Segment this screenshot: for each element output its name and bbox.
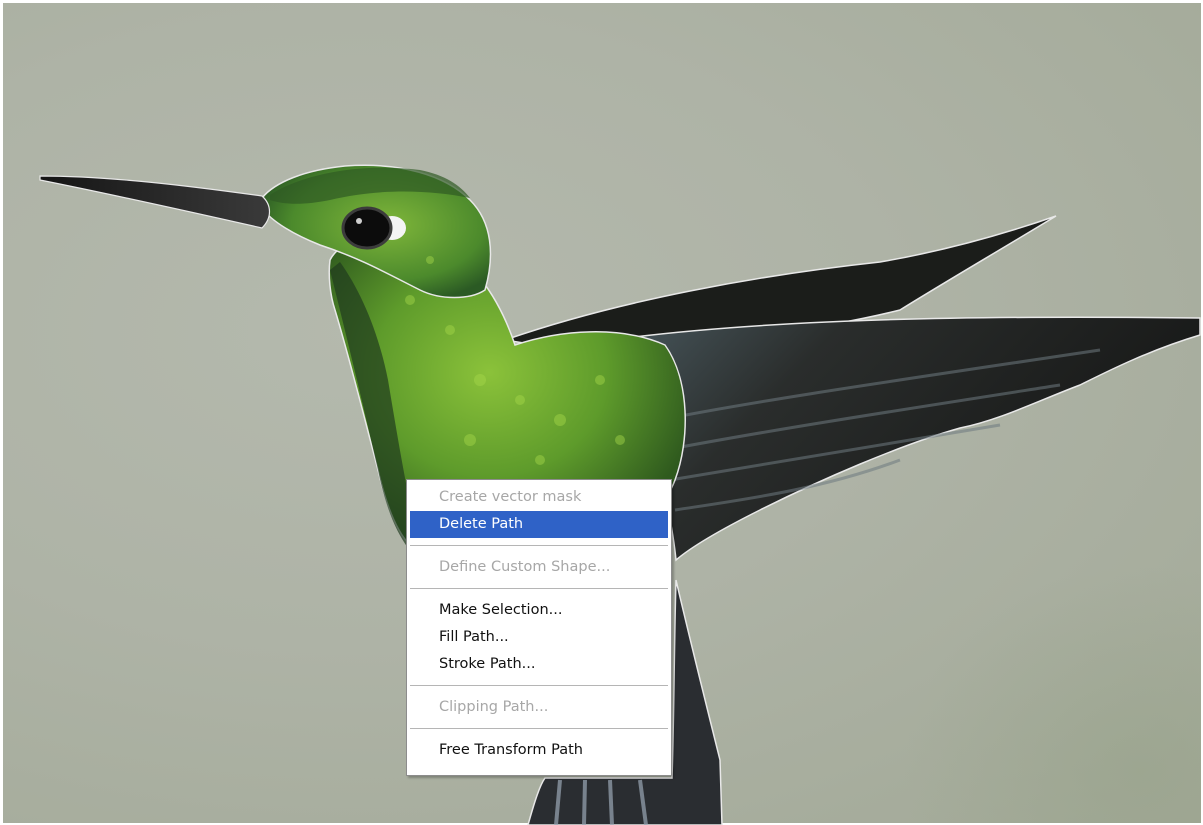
- menu-item-delete-path[interactable]: Delete Path: [410, 511, 668, 538]
- menu-item-create-vector-mask: Create vector mask: [439, 489, 582, 505]
- tail-stripe: [582, 779, 587, 825]
- menu-item-free-transform-path[interactable]: Free Transform Path: [410, 737, 668, 764]
- menu-item-fill-path[interactable]: Fill Path...: [410, 624, 668, 651]
- menu-separator: [410, 685, 668, 687]
- menu-item-make-selection[interactable]: Make Selection...: [410, 597, 668, 624]
- beak: [39, 175, 271, 229]
- main-wing: [608, 316, 1201, 562]
- menu-separator: [410, 588, 668, 590]
- menu-item-define-custom-shape: Define Custom Shape...: [439, 559, 611, 575]
- eye-highlight: [356, 218, 362, 224]
- menu-item-stroke-path[interactable]: Stroke Path...: [410, 651, 668, 678]
- menu-separator: [410, 545, 668, 547]
- image-canvas[interactable]: Create vector mask Delete Path Define Cu…: [0, 0, 1203, 825]
- menu-item-clipping-path: Clipping Path...: [439, 699, 549, 715]
- tail-stripe: [608, 779, 614, 825]
- menu-separator: [410, 728, 668, 730]
- context-menu: Create vector mask Delete Path Define Cu…: [406, 479, 672, 776]
